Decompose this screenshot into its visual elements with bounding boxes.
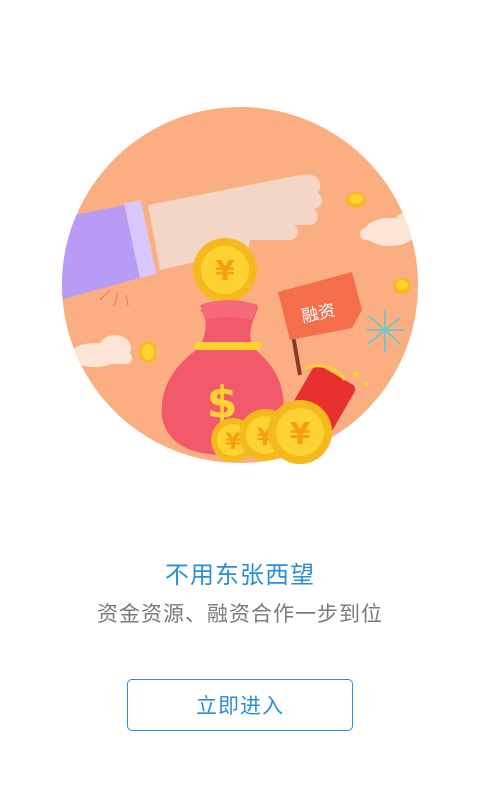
finance-illustration: ¥ 融资 $ ¥ ¥ ¥ (62, 107, 418, 464)
coin-symbol: ¥ (215, 254, 235, 287)
floating-coin-icon (346, 192, 366, 208)
coin-in-hand-icon: ¥ (193, 238, 257, 302)
floating-coin-icon (139, 341, 157, 363)
page-title: 不用东张西望 (165, 561, 315, 589)
coin-symbol: ¥ (225, 430, 241, 455)
enter-button[interactable]: 立即进入 (127, 679, 353, 731)
coin-symbol: ¥ (290, 417, 311, 452)
page-subtitle: 资金资源、融资合作一步到位 (97, 602, 383, 626)
floating-coin-icon (393, 278, 411, 294)
